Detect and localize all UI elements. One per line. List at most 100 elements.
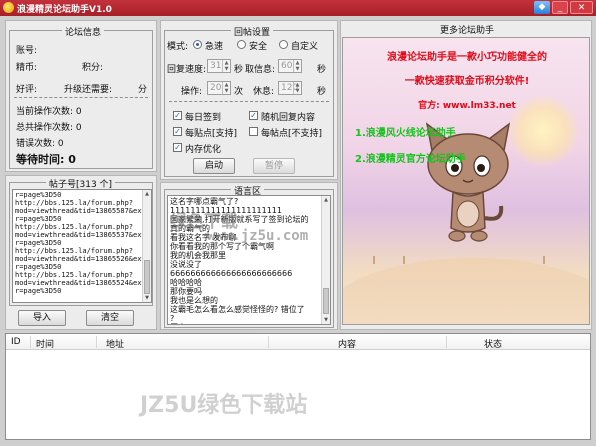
fetch-info-value[interactable]: 60 (281, 61, 292, 71)
posts-textarea[interactable]: r=page%3D50 http://bbs.125.la/forum.php? m… (12, 189, 152, 303)
close-button[interactable]: ✕ (570, 1, 593, 14)
phrase-line: 厉害。。。。。。。。 (170, 323, 328, 324)
import-button[interactable]: 导入 (18, 310, 66, 326)
account-label: 账号: (16, 46, 38, 56)
phrase-line: 这霸毛怎么看怎么感觉怪怪的? 错位了 (170, 305, 305, 314)
support-each-checkbox[interactable]: ✓ (173, 127, 182, 136)
column-status[interactable]: 状态 (484, 337, 502, 350)
promo-site[interactable]: 官方: www.lm33.net (343, 98, 589, 111)
reply-settings-panel: 回帖设置 模式: 急速 安全 自定义 回复速度: 31 ▲ ▼ 秒 取信息: 60… (160, 20, 338, 180)
column-divider[interactable] (96, 336, 97, 348)
post-line: http://bbs.125.la/forum.php? (15, 271, 134, 279)
stepper-arrows-icon[interactable]: ▲ ▼ (222, 82, 230, 94)
mode-fast-label[interactable]: 急速 (205, 39, 223, 52)
daily-signin-checkbox[interactable]: ✓ (173, 111, 182, 120)
oppose-each-label[interactable]: 每帖点[不支持] (261, 126, 322, 139)
memory-opt-checkbox[interactable]: ✓ (173, 143, 182, 152)
random-reply-label[interactable]: 随机回复内容 (261, 110, 315, 123)
phrases-panel: 语言区 这名字哪点霸气了? 1111111111111111111111 国家繁荣,… (160, 182, 338, 330)
operate-stepper[interactable]: 20 ▲ ▼ (207, 81, 231, 95)
mode-label: 模式: (167, 42, 189, 52)
column-divider[interactable] (268, 336, 269, 348)
mode-safe-radio[interactable] (237, 40, 246, 49)
phrases-scrollbar[interactable]: ▲ ▼ (321, 196, 330, 324)
post-line: r=page%3D50 (15, 191, 62, 199)
phrase-line: 这名字哪点霸气了? (170, 197, 239, 206)
start-button[interactable]: 启动 (193, 158, 235, 174)
post-line: http://bbs.125.la/forum.php? (15, 223, 134, 231)
watermark-url: www.jz5u.com (207, 228, 309, 244)
mode-custom-label[interactable]: 自定义 (291, 39, 318, 52)
post-line: http://bbs.125.la/forum.php? (15, 247, 134, 255)
app-icon (3, 2, 14, 13)
fetch-info-stepper[interactable]: 60 ▲ ▼ (278, 59, 302, 73)
scroll-up-icon[interactable]: ▲ (143, 190, 151, 198)
posts-scrollbar[interactable]: ▲ ▼ (142, 190, 151, 302)
reply-settings-title: 回帖设置 (231, 25, 274, 38)
forum-info-panel: 论坛信息 账号: 精币: 积分: 好评: 升级还需要: 分 当前操作次数: 0 … (5, 20, 157, 172)
column-address[interactable]: 地址 (106, 337, 124, 350)
more-tools-title: 更多论坛助手 (440, 26, 495, 36)
stepper-arrows-icon[interactable]: ▲ ▼ (293, 82, 301, 94)
upgrade-label: 升级还需要: (64, 85, 113, 95)
reply-speed-stepper[interactable]: 31 ▲ ▼ (207, 59, 231, 73)
phrase-line: 我也是么想的 (170, 296, 218, 305)
reply-speed-value[interactable]: 31 (210, 61, 221, 71)
phrase-line: ? (170, 314, 175, 323)
title-bar[interactable]: 浪漫精灵论坛助手V1.0 ◆ _ ✕ (0, 0, 596, 16)
operate-unit: 次 (234, 87, 244, 97)
daily-signin-label[interactable]: 每日签到 (185, 110, 221, 123)
watermark-bottom: JZ5U绿色下载站 (140, 393, 308, 418)
grass-tuft (543, 256, 545, 264)
clear-button[interactable]: 清空 (86, 310, 134, 326)
post-line: r=page%3D50 (15, 239, 62, 247)
support-each-label[interactable]: 每贴点[支持] (185, 126, 237, 139)
skin-icon[interactable]: ◆ (534, 1, 550, 14)
scroll-down-icon[interactable]: ▼ (143, 294, 151, 302)
operate-label: 操作: (181, 87, 203, 97)
upgrade-unit: 分 (138, 85, 148, 95)
stepper-arrows-icon[interactable]: ▲ ▼ (293, 60, 301, 72)
post-line: r=page%3D50 (15, 215, 62, 223)
task-list-header: ID 时间 地址 内容 状态 (6, 334, 590, 350)
column-divider[interactable] (30, 336, 31, 348)
forum-info-divider (14, 97, 148, 98)
memory-opt-label[interactable]: 内存优化 (185, 142, 221, 155)
promo-banner[interactable]: 浪漫论坛助手是一款小巧功能健全的 一款快速获取金币积分软件! 官方: www.l… (342, 37, 590, 325)
promo-green-1[interactable]: 1.浪漫风火线论坛助手 (355, 124, 456, 139)
pause-button[interactable]: 暂停 (253, 158, 295, 174)
oppose-each-checkbox[interactable] (249, 127, 258, 136)
forum-info-group: 论坛信息 账号: 精币: 积分: 好评: 升级还需要: 分 当前操作次数: 0 … (9, 25, 153, 169)
posts-panel: 帖子号[313 个] r=page%3D50 http://bbs.125.la/… (5, 175, 157, 330)
promo-line-1: 浪漫论坛助手是一款小巧功能健全的 (387, 52, 547, 63)
rest-label: 休息: (253, 87, 275, 97)
rest-stepper[interactable]: 120 ▲ ▼ (278, 81, 302, 95)
mode-safe-label[interactable]: 安全 (249, 39, 267, 52)
scroll-thumb[interactable] (323, 288, 329, 314)
post-line: mod=viewthread&tid=13865537&ext (15, 231, 146, 239)
minimize-button[interactable]: _ (552, 1, 568, 14)
operate-value[interactable]: 20 (210, 83, 221, 93)
column-time[interactable]: 时间 (36, 337, 54, 350)
points-label: 积分: (82, 63, 104, 73)
reply-settings-group: 回帖设置 模式: 急速 安全 自定义 回复速度: 31 ▲ ▼ 秒 取信息: 60… (164, 25, 334, 177)
column-content[interactable]: 内容 (338, 337, 356, 350)
promo-line-2: 一款快速获取金币积分软件! (404, 76, 530, 87)
scroll-up-icon[interactable]: ▲ (322, 196, 330, 204)
promo-green-2[interactable]: 2.浪漫精灵官方论坛助手 (355, 150, 466, 165)
mode-fast-radio[interactable] (193, 40, 202, 49)
reply-settings-divider (169, 101, 329, 102)
mode-custom-radio[interactable] (279, 40, 288, 49)
column-divider[interactable] (446, 336, 447, 348)
scroll-thumb[interactable] (144, 260, 150, 294)
random-reply-checkbox[interactable]: ✓ (249, 111, 258, 120)
post-line: r=page%3D50 (15, 287, 62, 295)
post-line: http://bbs.125.la/forum.php? (15, 199, 134, 207)
phrase-line: 那你要吗 (170, 287, 202, 296)
phrase-line: 哈哈哈哈 (170, 278, 202, 287)
post-line: mod=viewthread&tid=13865526&ext (15, 255, 146, 263)
stepper-arrows-icon[interactable]: ▲ ▼ (222, 60, 230, 72)
scroll-down-icon[interactable]: ▼ (322, 316, 330, 324)
error-count: 错误次数: 0 (16, 139, 64, 149)
column-id[interactable]: ID (11, 337, 21, 347)
